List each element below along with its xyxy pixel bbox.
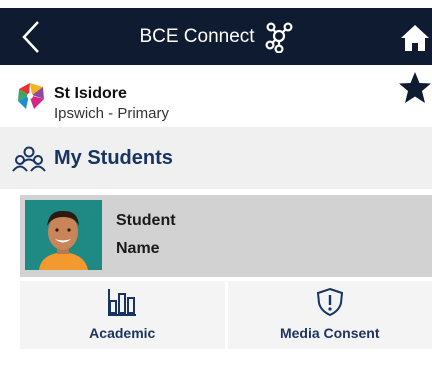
student-name: Student Name — [116, 212, 176, 257]
student-actions: Academic Media Consent — [20, 281, 432, 349]
favourite-button[interactable] — [398, 71, 432, 105]
shield-alert-icon — [316, 287, 343, 317]
student-photo-icon — [25, 200, 102, 270]
star-icon — [399, 72, 431, 103]
home-button[interactable] — [400, 24, 430, 52]
school-location: Ipswich - Primary — [54, 105, 170, 122]
students-group-icon — [12, 146, 46, 172]
app-header: BCE Connect — [0, 8, 432, 65]
academic-label: Academic — [89, 325, 156, 341]
home-icon — [401, 25, 429, 51]
status-strip — [0, 0, 432, 8]
network-icon — [265, 21, 293, 53]
media-consent-button[interactable]: Media Consent — [227, 281, 432, 349]
section-header: My Students — [0, 127, 432, 189]
school-info: St Isidore Ipswich - Primary — [0, 65, 432, 127]
student-avatar — [25, 200, 102, 270]
media-consent-label: Media Consent — [279, 325, 380, 341]
section-title: My Students — [54, 147, 173, 169]
bar-chart-icon — [108, 289, 137, 316]
student-card[interactable]: Student Name — [20, 195, 432, 277]
academic-button[interactable]: Academic — [20, 281, 225, 349]
school-logo-icon — [18, 83, 44, 109]
app-title: BCE Connect — [139, 25, 255, 47]
school-name: St Isidore — [54, 85, 127, 102]
